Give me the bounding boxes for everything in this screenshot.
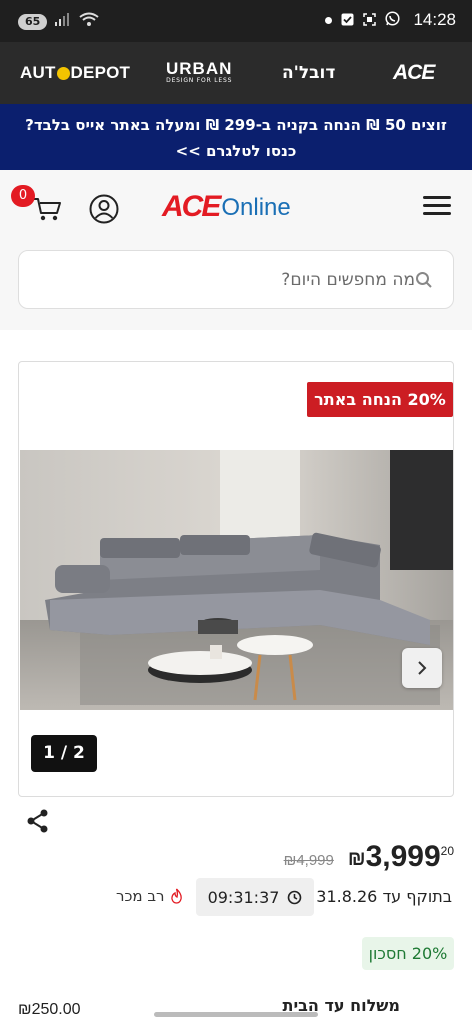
price-row: ₪4,999 ₪ 3,999 20: [284, 840, 454, 874]
gesture-home-bar[interactable]: [154, 1012, 318, 1017]
old-price-currency: ₪: [283, 852, 297, 869]
user-account-icon[interactable]: [89, 194, 119, 224]
autodepot-logo-right: DEPOT: [70, 63, 131, 82]
urban-tagline: DESIGN FOR LESS: [166, 77, 233, 84]
share-icon[interactable]: [25, 808, 51, 834]
savings-badge: 20% חסכון: [362, 937, 454, 970]
search-input[interactable]: [29, 251, 415, 308]
autodepot-logo-left: AUT: [20, 63, 56, 82]
next-image-button[interactable]: [402, 648, 442, 688]
autodepot-o-dot: [56, 66, 70, 80]
old-price-value: 4,999: [296, 852, 334, 869]
notification-dot-icon: [325, 16, 333, 24]
shipping-price: ₪250.00: [18, 1001, 81, 1018]
bestseller-text: רב מכר: [116, 887, 165, 905]
image-pager: 1 / 2: [31, 735, 97, 772]
site-header: ACE Online 0: [0, 170, 472, 330]
clock: 14:28: [413, 10, 456, 29]
timer-value: 09:31:37: [207, 887, 280, 907]
discount-badge: 20% הנחה באתר: [307, 382, 453, 417]
urban-logo[interactable]: URBAN DESIGN FOR LESS: [166, 42, 232, 104]
product-image[interactable]: [20, 450, 453, 710]
countdown-timer: 09:31:37: [196, 878, 314, 916]
autodepot-logo[interactable]: AUT DEPOT: [20, 42, 130, 104]
checkbox-icon: [341, 11, 354, 30]
scan-icon: [363, 11, 377, 30]
status-bar: 65 14:28: [0, 0, 472, 42]
flame-icon: [170, 888, 182, 904]
urban-logo-text: URBAN: [166, 59, 233, 78]
clock-icon: [288, 890, 302, 904]
old-price: ₪4,999: [284, 852, 334, 869]
battery-indicator: 65: [18, 13, 48, 30]
promo-line-2[interactable]: כנסו לטלגרם >>: [0, 138, 472, 164]
search-icon[interactable]: [415, 271, 433, 289]
promo-banner[interactable]: ‫זוצים 50 ₪ הנחה בקניה ב-299 ₪ ומעלה באת…: [0, 104, 472, 170]
signal-icon: [55, 13, 71, 30]
logo-ace-text: ACE: [162, 190, 221, 223]
logo-online-text: Online: [221, 194, 291, 221]
product-gallery-card: 20% הנחה באתר 1 / 2: [18, 361, 454, 797]
cart-count-badge: 0: [11, 185, 35, 207]
promo-line-1: ‫זוצים 50 ₪ הנחה בקניה ב-299 ₪ ומעלה באת…: [25, 116, 447, 134]
bestseller-label: רב מכר: [116, 887, 183, 905]
dubla-logo[interactable]: דובל'ה: [282, 42, 335, 104]
search-bar[interactable]: [18, 250, 454, 309]
chevron-right-icon: [418, 661, 427, 675]
validity-text: בתוקף עד 31.8.26: [316, 887, 452, 906]
wifi-icon: [79, 12, 99, 31]
brands-bar: AUT DEPOT URBAN DESIGN FOR LESS דובל'ה AC…: [0, 42, 472, 104]
whatsapp-icon: [385, 10, 401, 30]
price-cents: 20: [440, 844, 454, 858]
current-price: 3,999: [365, 840, 441, 873]
offer-validity-row: בתוקף עד 31.8.26 09:31:37 רב מכר: [0, 878, 472, 916]
ace-online-logo[interactable]: ACE Online: [162, 192, 291, 222]
currency-symbol: ₪: [347, 848, 366, 870]
hamburger-menu-icon[interactable]: [423, 196, 451, 218]
shopping-cart-icon[interactable]: [32, 195, 62, 223]
ace-brand-logo[interactable]: ACE: [393, 42, 435, 104]
